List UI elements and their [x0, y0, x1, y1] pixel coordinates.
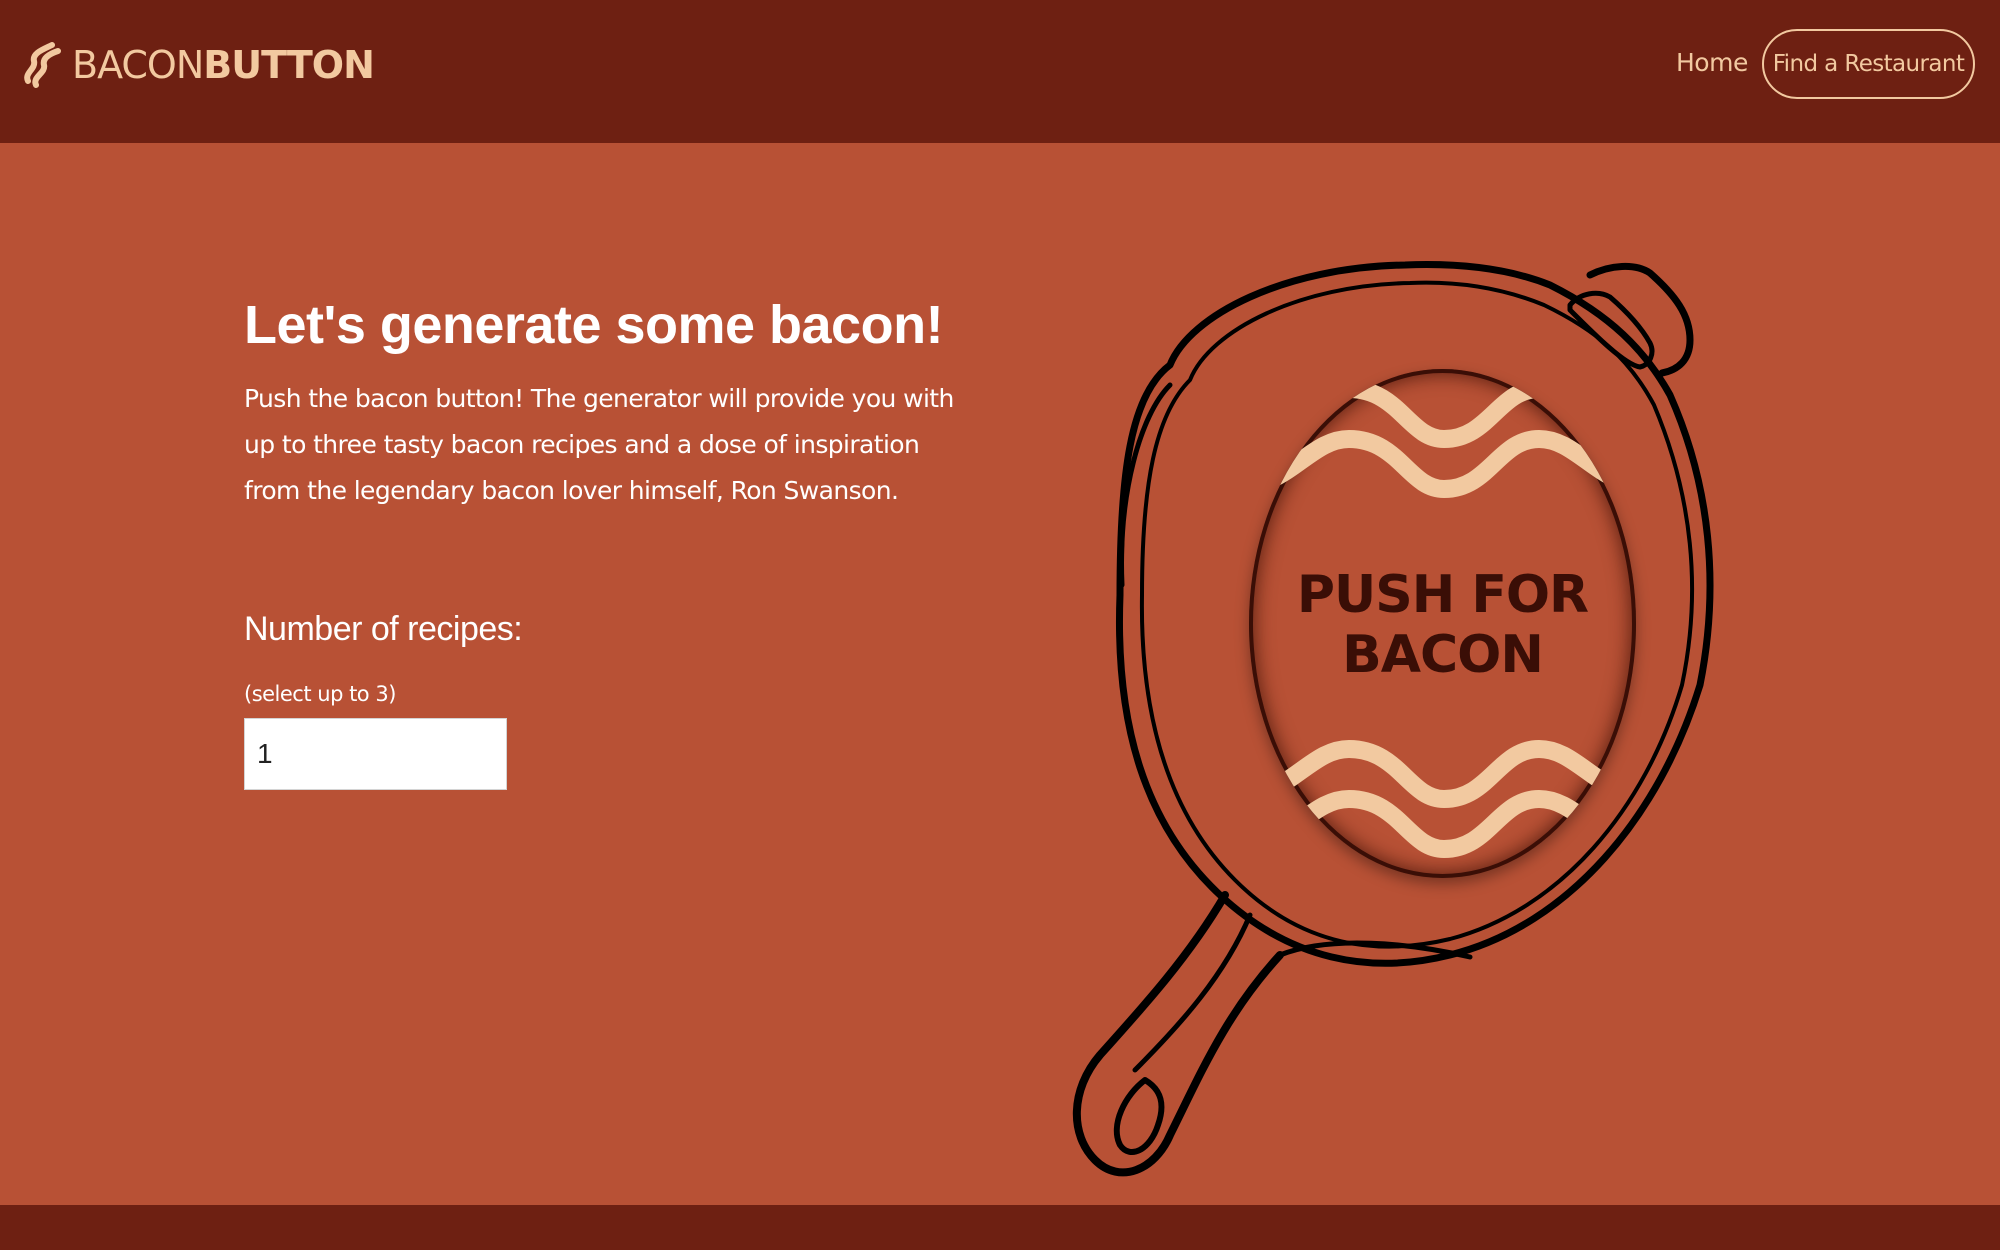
- push-for-bacon-line2: BACON: [1342, 625, 1544, 685]
- push-for-bacon-label: PUSH FOR BACON: [1249, 565, 1636, 685]
- brand-logo-link[interactable]: BACON BUTTON: [22, 40, 375, 90]
- push-for-bacon-button[interactable]: PUSH FOR BACON: [1249, 369, 1636, 878]
- recipe-count-input[interactable]: [244, 718, 507, 790]
- navbar: BACON BUTTON Home Find a Restaurant: [0, 0, 2000, 143]
- nav-home-link[interactable]: Home: [1676, 48, 1748, 77]
- brand-name-light: BACON: [72, 43, 204, 87]
- recipe-count-label: Number of recipes:: [244, 610, 523, 648]
- footer-bar: [0, 1205, 2000, 1250]
- brand-name-bold: BUTTON: [203, 43, 375, 87]
- push-for-bacon-line1: PUSH FOR: [1296, 565, 1589, 625]
- recipe-count-hint: (select up to 3): [244, 682, 396, 706]
- find-restaurant-button[interactable]: Find a Restaurant: [1762, 29, 1975, 99]
- page-heading: Let's generate some bacon!: [244, 295, 944, 355]
- bacon-strip-icon: [24, 42, 61, 88]
- intro-text: Push the bacon button! The generator wil…: [244, 384, 954, 505]
